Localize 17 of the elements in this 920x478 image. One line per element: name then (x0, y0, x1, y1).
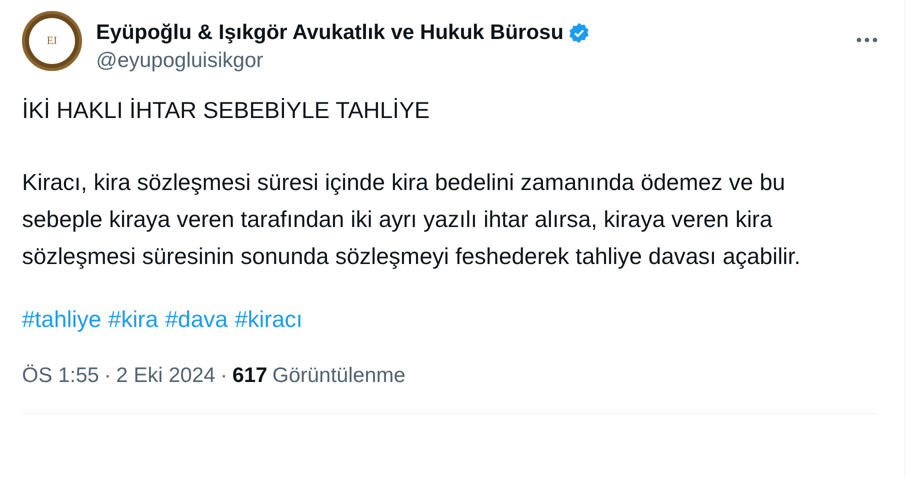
hashtag-link[interactable]: #tahliye (22, 305, 102, 333)
hashtag-link[interactable]: #kiracı (234, 305, 303, 333)
avatar[interactable]: EI (22, 11, 82, 71)
view-count: 617 (232, 363, 268, 389)
post-time[interactable]: ÖS 1:55 (22, 363, 100, 389)
post-title: İKİ HAKLI İHTAR SEBEBİYLE TAHLİYE (22, 96, 431, 124)
logo-monogram: EI (46, 34, 58, 49)
author-name[interactable]: Eyüpoğlu & Işıkgör Avukatlık ve Hukuk Bürosu (96, 20, 564, 46)
views-label: Görüntülenme (272, 363, 406, 389)
post-body: Kiracı, kira sözleşmesi süresi içinde kira bedelini zamanında ödemez ve bu sebeple kiraya veren tarafından iki ayrı yazılı ihtar alırsa, kiraya veren kira sözleşmesi süresinin sonunda sözleşmeyi feshederek tahliye davası açabilir. (22, 168, 802, 271)
more-icon[interactable] (856, 37, 878, 43)
post-date[interactable]: 2 Eki 2024 (116, 363, 216, 389)
hashtag-link[interactable]: #dava (165, 305, 228, 333)
separator-dot: · (220, 363, 228, 389)
author-handle[interactable]: @eyupogluisikgor (96, 48, 590, 74)
hashtag-link[interactable]: #kira (108, 305, 158, 333)
separator-dot: · (104, 363, 112, 389)
